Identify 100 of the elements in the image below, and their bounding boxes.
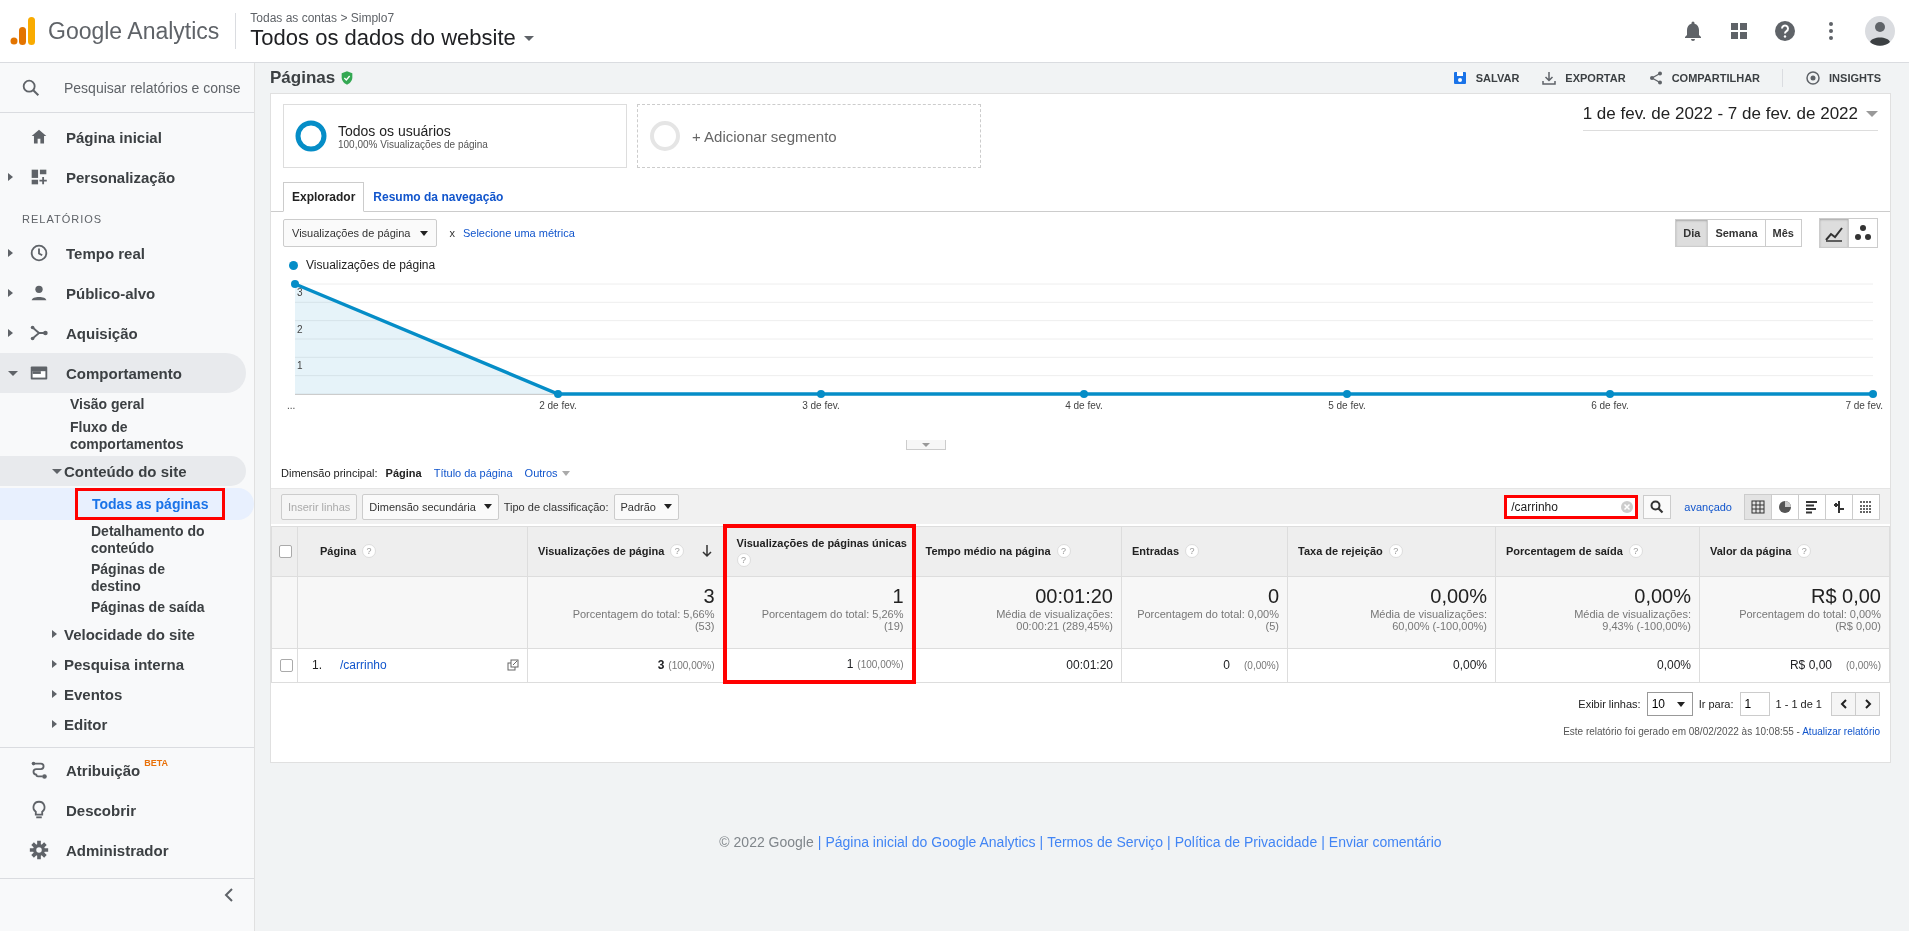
nav-item[interactable]: Detalhamento do conteúdo — [0, 522, 246, 558]
data-point[interactable] — [1606, 390, 1614, 398]
nav-item[interactable]: Comportamento — [0, 353, 246, 393]
metric-link[interactable]: Selecione uma métrica — [462, 227, 575, 239]
nav-item[interactable]: Público-alvo — [0, 273, 246, 313]
total-value: 0,00% — [1634, 584, 1691, 608]
axis-label: 5 de fev. — [1328, 400, 1366, 411]
total-detail: Porcentagem do total: 0,00% (R$ 0,00) — [1738, 607, 1881, 632]
previous-button[interactable] — [1831, 692, 1856, 716]
nav-item[interactable]: Visão geral — [0, 393, 254, 416]
row-checkbox[interactable] — [280, 658, 293, 672]
nav-item[interactable]: Personalização — [0, 157, 246, 197]
cell-value: 3 — [657, 658, 665, 672]
rows-select[interactable]: 10 — [1646, 692, 1693, 716]
segment-card[interactable]: Todos os usuários 100,00% Visualizações de página — [283, 104, 627, 168]
data-point[interactable] — [1343, 390, 1351, 398]
column-header[interactable]: Entradas ? — [1121, 526, 1288, 576]
sort-dropdown[interactable]: Padrão — [613, 493, 679, 520]
sort-arrow-icon[interactable] — [700, 544, 713, 558]
view-selector[interactable]: Todos os dados do website — [250, 25, 534, 51]
toolbar-button[interactable]: COMPARTILHAR — [1647, 70, 1761, 86]
dimension-option[interactable]: Página — [385, 467, 422, 479]
download-icon — [1541, 70, 1558, 86]
nav-item[interactable]: Administrador — [0, 830, 246, 870]
search-field[interactable]: Pesquisar relatórios e conse — [62, 78, 247, 97]
nav-group[interactable]: Editor — [0, 709, 246, 739]
nav-group[interactable]: Pesquisa interna — [0, 649, 246, 679]
nav-group[interactable]: Velocidade do site — [0, 619, 246, 649]
bars-icon — [1805, 499, 1819, 514]
granularity-button[interactable]: Dia — [1675, 219, 1709, 247]
refresh-link[interactable]: Atualizar relatório — [1802, 726, 1880, 737]
tab[interactable]: Resumo da navegação — [364, 182, 513, 211]
nav-item[interactable]: Todas as páginas — [75, 488, 226, 520]
search-button[interactable] — [1643, 494, 1672, 519]
view-button[interactable] — [1852, 493, 1880, 520]
nav-item[interactable]: Descobrir — [0, 790, 246, 830]
view-button[interactable] — [1825, 493, 1853, 520]
data-point[interactable] — [1080, 390, 1088, 398]
date-range-picker[interactable]: 1 de fev. de 2022 - 7 de fev. de 2022 — [1582, 100, 1878, 131]
axis-label: 6 de fev. — [1591, 400, 1629, 411]
view-button[interactable] — [1798, 493, 1826, 520]
dimension-option[interactable]: Título da página — [433, 467, 513, 479]
column-header[interactable]: Visualizações de páginas únicas ? — [724, 526, 914, 576]
table-search-field[interactable]: /carrinho — [1504, 494, 1639, 519]
nav-item[interactable]: Página inicial — [0, 117, 246, 157]
tab[interactable]: Explorador — [283, 182, 365, 212]
popout-icon[interactable] — [507, 659, 519, 671]
goto-field[interactable]: 1 — [1739, 692, 1770, 716]
column-header[interactable]: Valor da página ? — [1699, 526, 1890, 576]
separator: | — [1167, 834, 1171, 850]
toolbar-button[interactable]: INSIGHTS — [1805, 70, 1881, 86]
breadcrumb[interactable]: Todas as contas > Simplo7 — [250, 11, 534, 25]
add-segment-button[interactable]: + Adicionar segmento — [637, 104, 981, 168]
header-label: Taxa de rejeição — [1298, 545, 1383, 557]
view-button[interactable] — [1771, 493, 1799, 520]
column-header[interactable]: Página ? — [297, 526, 528, 576]
granularity-button[interactable]: Semana — [1707, 219, 1766, 247]
segment-name: + Adicionar segmento — [692, 127, 837, 145]
caret-icon — [1866, 111, 1878, 117]
metric-dropdown[interactable]: Visualizações de página — [283, 219, 438, 247]
page-link[interactable]: /carrinho — [340, 658, 387, 672]
data-point[interactable] — [291, 280, 299, 288]
next-button[interactable] — [1855, 692, 1880, 716]
granularity-button[interactable]: Mês — [1764, 219, 1802, 247]
data-point[interactable] — [1869, 390, 1877, 398]
nav-item[interactable]: Atribuição $^{BETA}$ — [0, 750, 246, 790]
total-value: 00:01:20 — [1035, 584, 1113, 608]
total-detail: Média de visualizações: 60,00% (-100,00%) — [1369, 607, 1487, 632]
avatar-icon[interactable] — [1865, 16, 1895, 46]
toolbar-button[interactable]: SALVAR — [1451, 70, 1520, 86]
nav-item[interactable]: Fluxo de comportamentos — [0, 416, 254, 456]
nav-item[interactable]: Aquisição — [0, 313, 246, 353]
select-all-checkbox[interactable] — [279, 544, 292, 558]
row-number: 1. — [312, 658, 322, 672]
data-point[interactable] — [554, 390, 562, 398]
column-header[interactable]: Visualizações de página ? — [527, 526, 725, 576]
column-header[interactable]: Porcentagem de saída ? — [1495, 526, 1700, 576]
column-header[interactable]: Tempo médio na página ? — [913, 526, 1122, 576]
remove-button[interactable]: x — [449, 227, 455, 239]
view-button[interactable] — [1744, 493, 1772, 520]
nav-group[interactable]: Eventos — [0, 679, 246, 709]
nav-item[interactable]: Páginas de destino — [0, 560, 246, 596]
secondary-dimension-dropdown[interactable]: Dimensão secundária — [362, 493, 499, 520]
axis-label: 3 — [297, 287, 303, 298]
toolbar-button[interactable]: EXPORTAR — [1541, 70, 1626, 86]
caret-icon — [52, 690, 57, 698]
advanced-link[interactable]: avançado — [1684, 500, 1732, 513]
header-label: Página — [320, 545, 357, 557]
dimension-option[interactable]: Outros — [524, 467, 570, 479]
axis-label: 4 de fev. — [1065, 400, 1103, 411]
nav-item[interactable]: Páginas de saída — [0, 598, 246, 617]
column-header[interactable]: Taxa de rejeição ? — [1287, 526, 1496, 576]
dimension-label: Dimensão principal: — [281, 467, 378, 479]
data-point[interactable] — [817, 390, 825, 398]
nav-item[interactable]: Tempo real — [0, 233, 246, 273]
nav-group[interactable]: Conteúdo do site — [0, 456, 246, 486]
help-icon[interactable] — [1773, 19, 1797, 43]
collapse-tab[interactable] — [905, 440, 946, 450]
chart-mode-button[interactable] — [1848, 218, 1878, 248]
chart-mode-button[interactable] — [1819, 218, 1849, 248]
